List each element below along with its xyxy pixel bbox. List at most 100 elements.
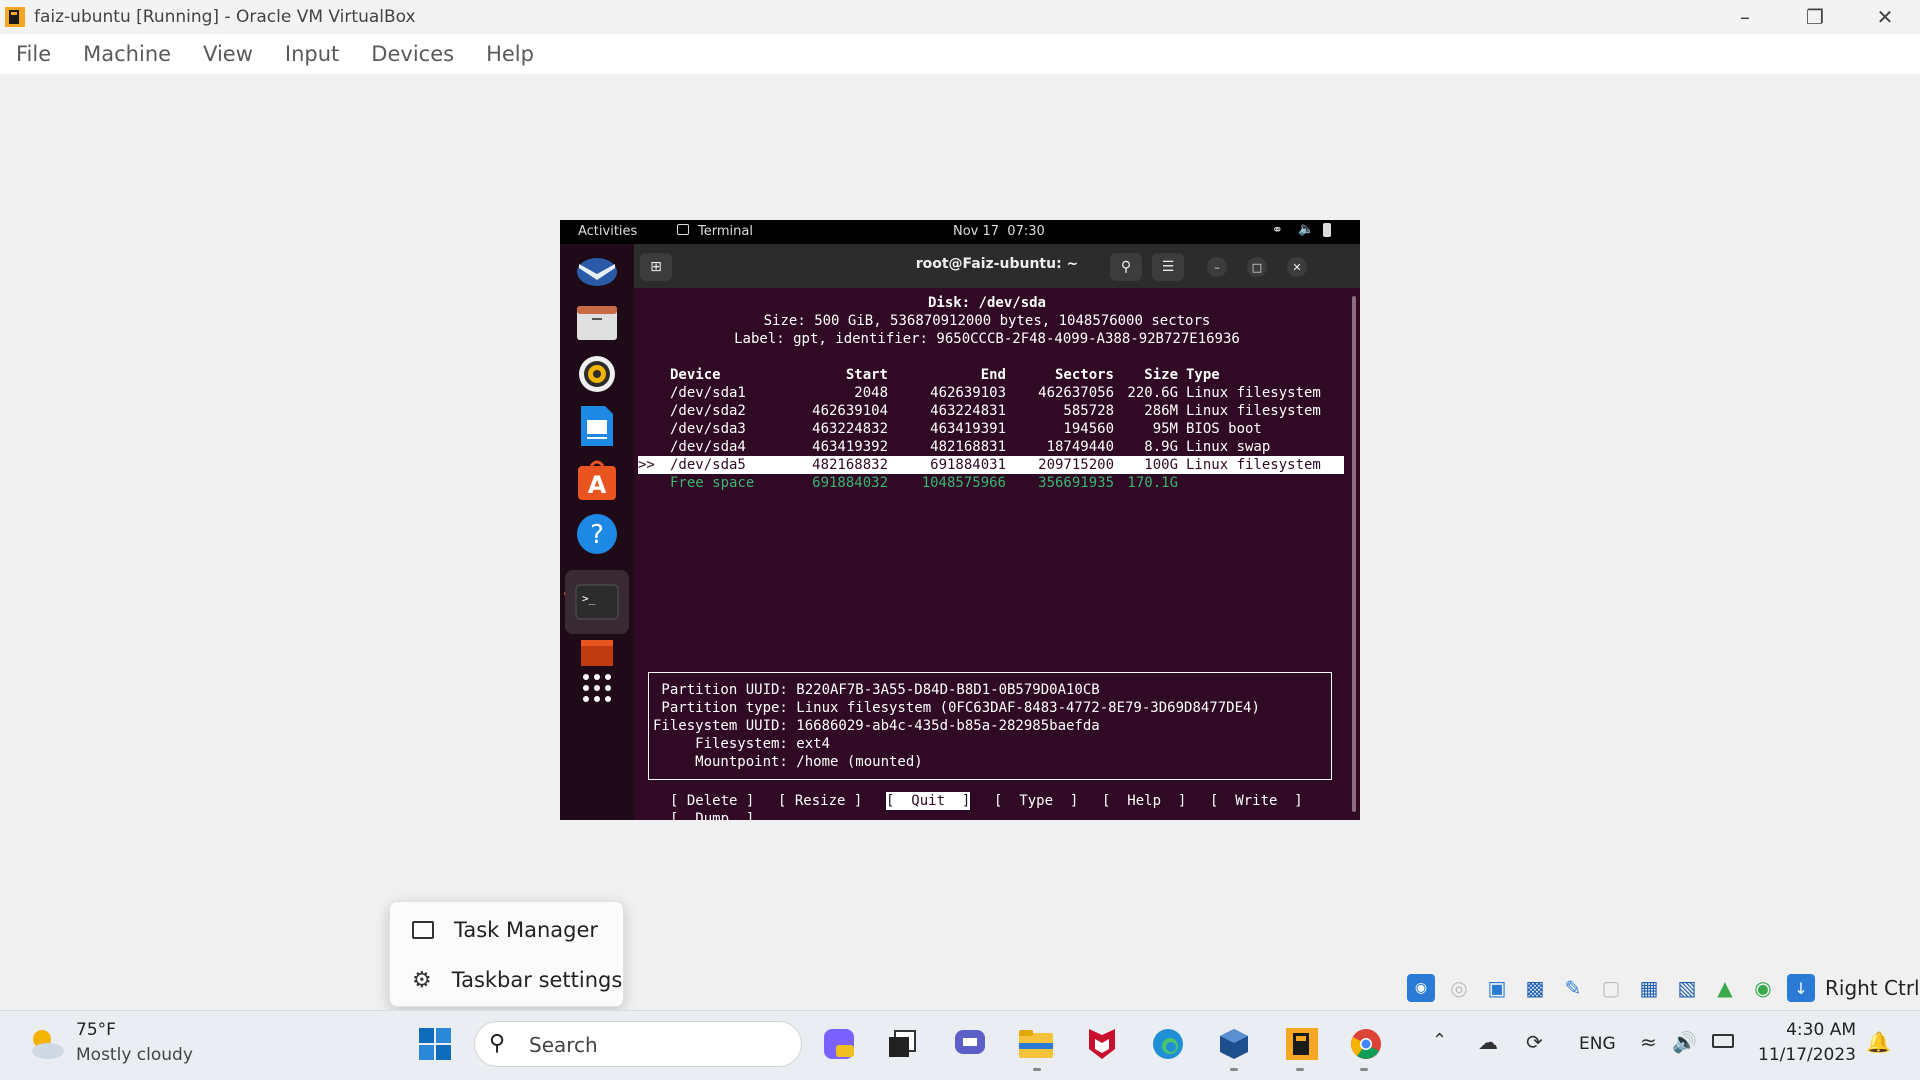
delete-button[interactable]: [ Delete ] [670, 792, 754, 810]
terminal-headerbar: ⊞ root@Faiz-ubuntu: ~ ⚲ ☰ – □ ✕ [634, 244, 1360, 288]
task-manager-menu-item[interactable]: Task Manager [390, 906, 625, 954]
mcafee-icon[interactable] [1082, 1024, 1122, 1064]
menu-help[interactable]: Help [486, 42, 534, 66]
onedrive-icon[interactable]: ☁ [1478, 1030, 1498, 1054]
usb-icon[interactable]: ✎ [1559, 974, 1587, 1002]
network-icon[interactable]: ⚭ [1272, 223, 1283, 238]
quit-button[interactable]: [ Quit ] [886, 792, 971, 810]
weather-desc[interactable]: Mostly cloudy [76, 1045, 193, 1065]
guest-screen[interactable]: Activities Terminal Nov 17 07:30 ⚭ 🔈 A ?… [560, 220, 1360, 820]
type-button[interactable]: [ Type ] [994, 792, 1078, 810]
notification-bell-icon[interactable]: 🔔 [1866, 1030, 1891, 1054]
chevron-up-icon[interactable]: ⌃ [1432, 1030, 1447, 1051]
table-row[interactable]: /dev/sda1 2048 462639103 462637056 220.6… [638, 384, 1344, 402]
battery-icon[interactable] [1712, 1034, 1734, 1048]
row-start: 463224832 [812, 421, 888, 437]
info-filesystem: Filesystem: ext4 [653, 736, 831, 752]
teams-chat-icon[interactable] [950, 1024, 990, 1064]
row-size: 100G [1144, 457, 1178, 473]
rhythmbox-icon[interactable] [573, 350, 621, 398]
row-start: 482168832 [812, 457, 888, 473]
table-row[interactable]: /dev/sda2 462639104 463224831 585728 286… [638, 402, 1344, 420]
row-device: /dev/sda4 [670, 439, 746, 455]
sync-icon[interactable]: ⟳ [1526, 1030, 1543, 1054]
shared-folders-icon[interactable]: ▢ [1597, 974, 1625, 1002]
thunderbird-icon[interactable] [573, 246, 621, 294]
write-button[interactable]: [ Write ] [1210, 792, 1303, 810]
help-button[interactable]: [ Help ] [1102, 792, 1186, 810]
weather-icon[interactable] [24, 1023, 68, 1063]
files-icon[interactable] [573, 298, 621, 346]
activities-button[interactable]: Activities [578, 224, 637, 239]
app-grid-icon[interactable] [573, 664, 621, 712]
restore-icon[interactable]: ❐ [1780, 0, 1850, 34]
wifi-icon[interactable]: ≈ [1640, 1030, 1657, 1054]
clock-date[interactable]: 11/17/2023 [1740, 1045, 1856, 1065]
terminal-window[interactable]: ⊞ root@Faiz-ubuntu: ~ ⚲ ☰ – □ ✕ Disk: /d… [634, 244, 1360, 820]
info-mountpoint: Mountpoint: /home (mounted) [653, 754, 923, 770]
menu-file[interactable]: File [16, 42, 51, 66]
running-indicator [1296, 1068, 1304, 1071]
app-center-icon[interactable]: A [573, 456, 621, 504]
free-space-row[interactable]: Free space 691884032 1048575966 35669193… [638, 474, 1344, 492]
partition-info-box: Partition UUID: B220AF7B-3A55-D84D-B8D1-… [648, 672, 1332, 780]
terminal-content[interactable]: Disk: /dev/sda Size: 500 GiB, 5368709120… [634, 288, 1360, 820]
taskbar-settings-menu-item[interactable]: ⚙ Taskbar settings [390, 956, 625, 1004]
writer-icon[interactable] [573, 402, 621, 450]
language-indicator[interactable]: ENG [1579, 1034, 1616, 1054]
search-box[interactable]: ⚲ Search [474, 1021, 802, 1067]
copilot-icon[interactable] [819, 1024, 859, 1064]
host-key-label: Right Ctrl [1825, 976, 1920, 1000]
maximize-icon[interactable]: □ [1247, 257, 1267, 277]
col-sectors: Sectors [1054, 367, 1114, 383]
start-icon[interactable] [415, 1024, 455, 1064]
virtualbox-taskbar-icon[interactable] [1214, 1024, 1254, 1064]
clock-time[interactable]: 4:30 AM [1760, 1020, 1856, 1040]
task-view-icon[interactable] [882, 1024, 922, 1064]
terminal-icon[interactable]: >_ [565, 570, 629, 634]
topbar-clock[interactable]: Nov 17 07:30 [953, 224, 1045, 239]
running-indicator [1033, 1068, 1041, 1071]
trash-icon[interactable] [573, 636, 621, 666]
file-explorer-icon[interactable] [1016, 1024, 1056, 1064]
menu-devices[interactable]: Devices [371, 42, 454, 66]
menu-view[interactable]: View [203, 42, 253, 66]
hard-disk-icon[interactable]: ◉ [1407, 974, 1435, 1002]
guest-additions-icon[interactable]: ▲ [1711, 974, 1739, 1002]
scrollbar[interactable] [1352, 296, 1356, 812]
close-icon[interactable]: ✕ [1850, 0, 1920, 34]
resize-button[interactable]: [ Resize ] [778, 792, 862, 810]
chrome-icon[interactable] [1346, 1024, 1386, 1064]
menu-input[interactable]: Input [285, 42, 339, 66]
table-row-selected[interactable]: >> /dev/sda5 482168832 691884031 2097152… [638, 456, 1344, 474]
topbar-app-name[interactable]: Terminal [698, 224, 753, 239]
search-icon[interactable]: ⚲ [1110, 253, 1142, 281]
weather-temp[interactable]: 75°F [76, 1020, 116, 1040]
cpu-execution-icon[interactable]: ◉ [1749, 974, 1777, 1002]
menubar: File Machine View Input Devices Help [0, 34, 1920, 74]
mouse-integration-icon[interactable]: ↓ [1787, 974, 1815, 1002]
row-size: 95M [1152, 421, 1178, 437]
battery-icon[interactable] [1323, 223, 1331, 237]
edge-icon[interactable] [1148, 1024, 1188, 1064]
table-header: Device Start End Sectors Size Type [638, 366, 1344, 384]
svg-text:A: A [588, 471, 607, 499]
table-row[interactable]: /dev/sda3 463224832 463419391 194560 95M… [638, 420, 1344, 438]
optical-drive-icon[interactable]: ◎ [1445, 974, 1473, 1002]
recording-icon[interactable]: ▧ [1673, 974, 1701, 1002]
info-partition-uuid: Partition UUID: B220AF7B-3A55-D84D-B8D1-… [653, 682, 1100, 698]
help-icon[interactable]: ? [573, 510, 621, 558]
virtualbox-vm-icon[interactable] [1282, 1024, 1322, 1064]
hamburger-menu-icon[interactable]: ☰ [1152, 253, 1184, 281]
dump-button[interactable]: [ Dump ] [670, 810, 754, 820]
minimize-icon[interactable]: – [1710, 0, 1780, 34]
display-icon[interactable]: ▦ [1635, 974, 1663, 1002]
minimize-icon[interactable]: – [1207, 257, 1227, 277]
speaker-icon[interactable]: 🔊 [1672, 1030, 1697, 1054]
menu-machine[interactable]: Machine [83, 42, 171, 66]
close-icon[interactable]: ✕ [1287, 257, 1307, 277]
audio-icon[interactable]: ▣ [1483, 974, 1511, 1002]
volume-icon[interactable]: 🔈 [1298, 222, 1314, 237]
table-row[interactable]: /dev/sda4 463419392 482168831 18749440 8… [638, 438, 1344, 456]
network-adapter-icon[interactable]: ▩ [1521, 974, 1549, 1002]
